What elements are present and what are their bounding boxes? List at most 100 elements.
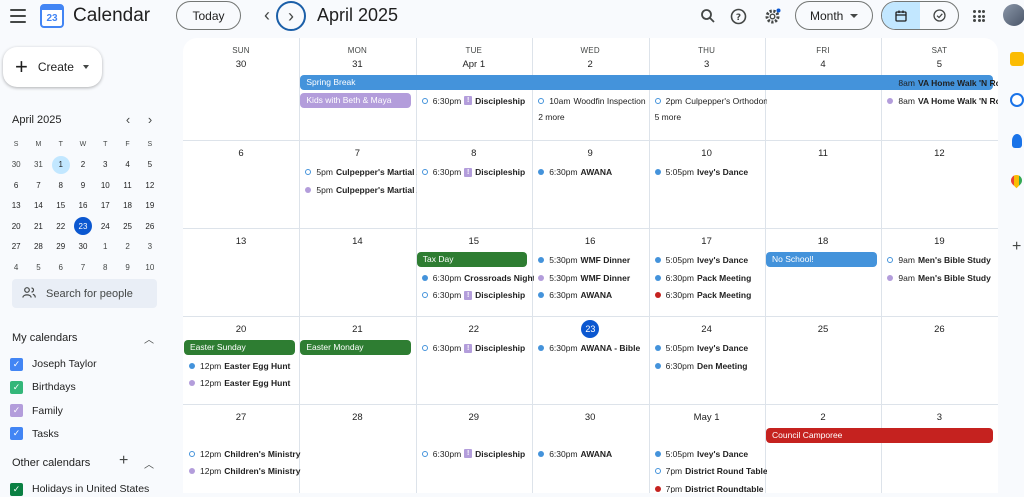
timed-event[interactable]: 5:05pm Ivey's Dance (654, 165, 767, 179)
mini-day[interactable]: 13 (5, 197, 27, 215)
mini-day[interactable]: 1 (51, 155, 70, 174)
day-number[interactable]: 2 (765, 412, 881, 423)
timed-event[interactable]: 8am VA Home Walk 'N Roll (887, 94, 998, 108)
mini-day[interactable]: 24 (94, 217, 116, 235)
mini-day[interactable]: 6 (50, 258, 72, 276)
timed-event[interactable]: 6:30pm Crossroads Night (421, 271, 534, 285)
mini-day[interactable]: 31 (27, 156, 49, 174)
search-icon[interactable] (698, 6, 718, 26)
all-day-event[interactable]: Council Camporee (766, 428, 993, 443)
day-number[interactable]: 27 (183, 412, 299, 423)
day-number[interactable]: 14 (299, 236, 415, 247)
mini-day[interactable]: 8 (94, 258, 116, 276)
timed-event[interactable]: 5:05pm Ivey's Dance (654, 447, 767, 461)
timed-event[interactable]: 2pmCulpepper's Orthodontist (654, 94, 767, 108)
day-number[interactable]: 22 (416, 324, 532, 335)
mini-day[interactable]: 15 (50, 197, 72, 215)
mini-day[interactable]: 10 (94, 176, 116, 194)
mini-day[interactable]: 1 (94, 238, 116, 256)
mini-day[interactable]: 12 (139, 176, 161, 194)
day-number[interactable]: 8 (416, 148, 532, 159)
my-calendar-item[interactable]: ✓ Birthdays (10, 379, 76, 395)
mini-day[interactable]: 23 (73, 217, 92, 236)
day-number[interactable]: 24 (649, 324, 765, 335)
day-number[interactable]: Apr 1 (416, 59, 532, 70)
timed-event[interactable]: 9am Men's Bible Study (887, 253, 998, 267)
my-calendar-item[interactable]: ✓ Joseph Taylor (10, 356, 97, 372)
day-number[interactable]: 5 (881, 59, 997, 70)
timed-event[interactable]: 5pmCulpepper's Martial Arts (305, 165, 417, 179)
my-calendar-item[interactable]: ✓ Family (10, 403, 63, 419)
day-number[interactable]: 16 (532, 236, 648, 247)
main-menu-icon[interactable] (10, 9, 26, 23)
mini-day[interactable]: 4 (116, 156, 138, 174)
mini-day[interactable]: 3 (139, 238, 161, 256)
day-number[interactable]: 7 (299, 148, 415, 159)
create-button[interactable]: + Create (3, 47, 102, 87)
timed-event[interactable]: 12pm Children's Ministry (189, 447, 301, 461)
mini-day[interactable]: 7 (27, 176, 49, 194)
timed-event[interactable]: 8am VA Home Walk 'N Roll (887, 76, 998, 90)
timed-event[interactable]: 6:30pm Den Meeting (654, 359, 767, 373)
my-calendars-header[interactable]: My calendars (12, 332, 77, 344)
timed-event[interactable]: 6:30pm! Discipleship (421, 288, 534, 302)
timed-event[interactable]: 6:30pm! Discipleship (421, 165, 534, 179)
checkbox-icon[interactable]: ✓ (10, 357, 23, 371)
timed-event[interactable]: 7pm District Roundtable (654, 482, 767, 493)
account-avatar[interactable] (1003, 4, 1024, 26)
timed-event[interactable]: 12pm Children's Ministry (189, 464, 301, 478)
timed-event[interactable]: 10am Woodfin Inspection (538, 94, 650, 108)
day-number[interactable]: 26 (881, 324, 997, 335)
day-number[interactable]: 20 (183, 324, 299, 335)
day-number[interactable]: 25 (765, 324, 881, 335)
tasks-view-toggle[interactable] (920, 2, 958, 29)
day-number[interactable]: 31 (299, 59, 415, 70)
mini-day[interactable]: 4 (5, 258, 27, 276)
mini-day[interactable]: 5 (27, 258, 49, 276)
tasks-icon[interactable] (1010, 93, 1024, 107)
mini-day[interactable]: 14 (27, 197, 49, 215)
day-number[interactable]: 2 (532, 59, 648, 70)
calendar-logo-icon[interactable]: 23 (40, 4, 64, 28)
mini-day[interactable]: 17 (94, 197, 116, 215)
timed-event[interactable]: 5:05pm Ivey's Dance (654, 253, 767, 267)
view-select-dropdown[interactable]: Month (795, 1, 873, 30)
day-number[interactable]: 9 (532, 148, 648, 159)
all-day-event[interactable]: Kids with Beth & Maya (300, 92, 411, 108)
mini-day[interactable]: 27 (5, 238, 27, 256)
day-number[interactable]: 10 (649, 148, 765, 159)
day-number[interactable]: 12 (881, 148, 997, 159)
timed-event[interactable]: 5pmCulpepper's Martial Arts (305, 183, 417, 197)
mini-day[interactable]: 22 (50, 217, 72, 235)
timed-event[interactable]: 6:30pm AWANA (538, 165, 650, 179)
today-date-marker[interactable]: 23 (581, 320, 600, 338)
timed-event[interactable]: 5:30pm WMF Dinner (538, 253, 650, 267)
mini-day[interactable]: 30 (72, 238, 94, 256)
mini-day[interactable]: 30 (5, 156, 27, 174)
day-number[interactable]: 18 (765, 236, 881, 247)
all-day-event[interactable]: Easter Sunday (184, 340, 295, 355)
calendar-view-toggle[interactable] (882, 2, 920, 29)
day-number[interactable]: 17 (649, 236, 765, 247)
mini-day[interactable]: 7 (72, 258, 94, 276)
other-calendar-item[interactable]: ✓ Holidays in United States (10, 481, 149, 497)
mini-day[interactable]: 9 (72, 176, 94, 194)
day-number[interactable]: 19 (881, 236, 997, 247)
timed-event[interactable]: 6:30pm AWANA (538, 288, 650, 302)
mini-day[interactable]: 21 (27, 217, 49, 235)
day-number[interactable]: May 1 (649, 412, 765, 423)
day-number[interactable]: 21 (299, 324, 415, 335)
all-day-event[interactable]: Easter Monday (300, 340, 411, 355)
checkbox-icon[interactable]: ✓ (10, 482, 23, 496)
contacts-icon[interactable] (1012, 134, 1022, 148)
more-events-link[interactable]: 5 more (655, 112, 681, 122)
mini-day[interactable]: 18 (116, 197, 138, 215)
keep-icon[interactable] (1010, 52, 1024, 66)
timed-event[interactable]: 12pm Easter Egg Hunt (189, 359, 301, 373)
search-people-input[interactable]: Search for people (12, 279, 157, 308)
get-add-ons-plus-icon[interactable]: + (1012, 238, 1021, 256)
mini-day[interactable]: 5 (139, 156, 161, 174)
mini-day[interactable]: 29 (50, 238, 72, 256)
google-apps-icon[interactable] (973, 10, 985, 22)
mini-prev-month-icon[interactable]: ‹ (122, 112, 134, 127)
